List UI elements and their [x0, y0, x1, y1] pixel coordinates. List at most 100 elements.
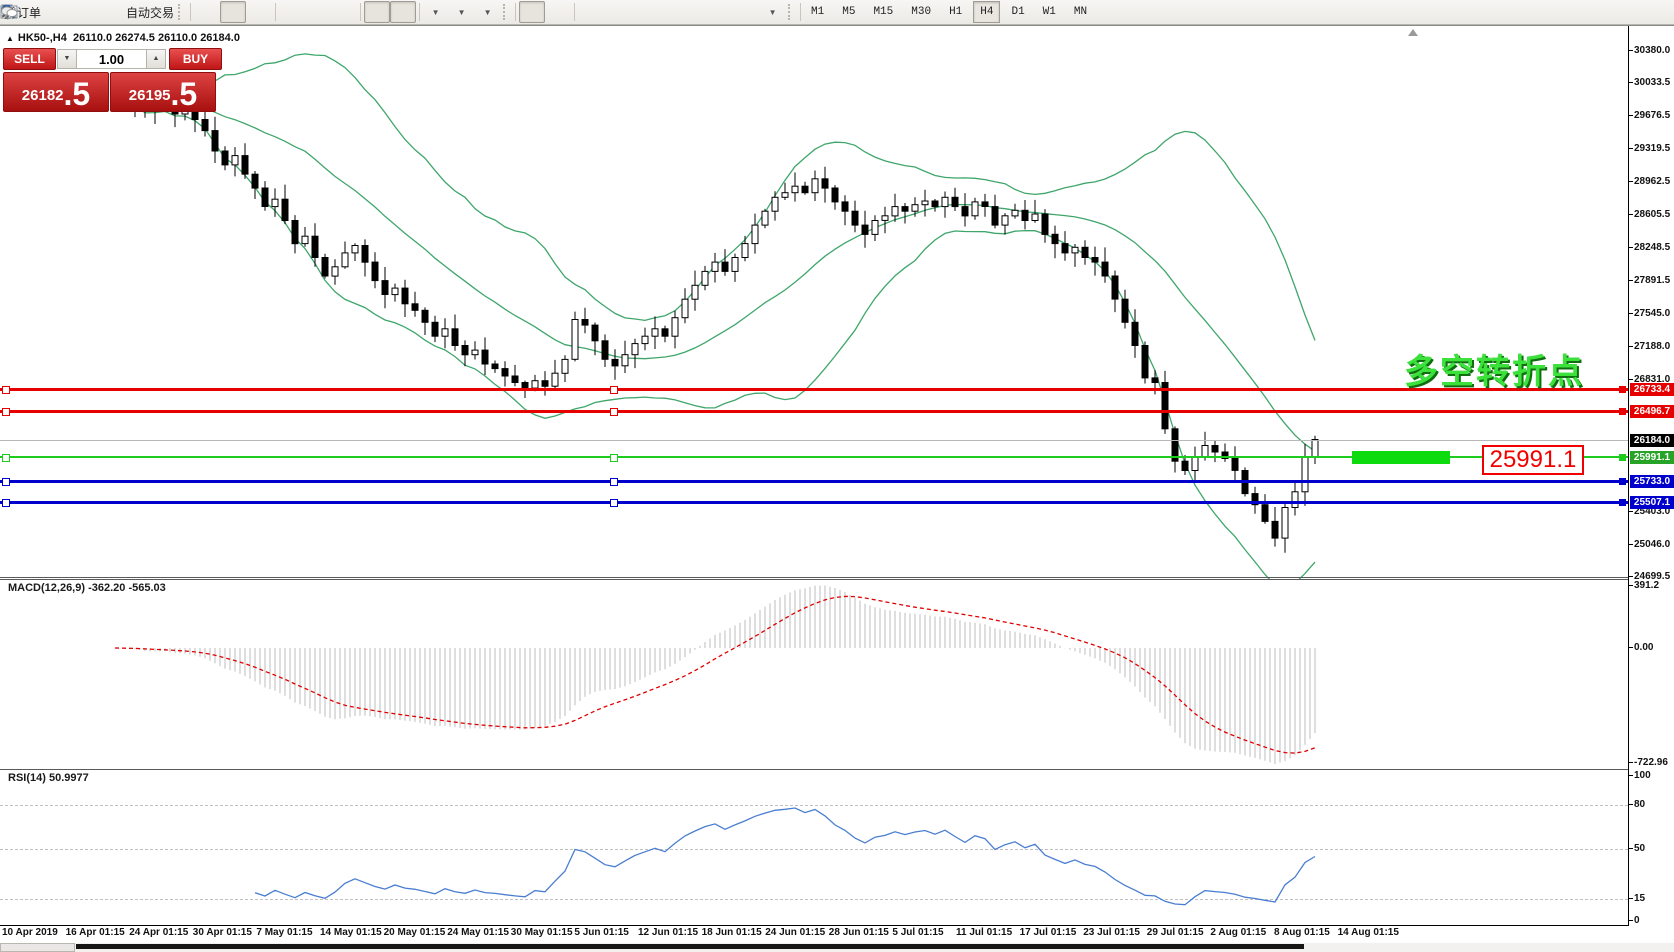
- profile-button[interactable]: [69, 1, 95, 23]
- arrows-button[interactable]: ▼: [760, 1, 786, 23]
- text-button[interactable]: A: [708, 1, 734, 23]
- sell-button[interactable]: SELL: [3, 48, 56, 70]
- timeframe-d1[interactable]: D1: [1004, 1, 1031, 23]
- vertical-line-button[interactable]: [578, 1, 604, 23]
- date-label: 24 Apr 01:15: [129, 927, 188, 938]
- zoom-out-button[interactable]: [305, 1, 331, 23]
- scroll-to-end-marker[interactable]: [1408, 29, 1418, 36]
- level-line-26733.4[interactable]: [0, 388, 1628, 391]
- fibonacci-button[interactable]: F: [682, 1, 708, 23]
- level-line-25733.0[interactable]: [0, 480, 1628, 483]
- annotation-text[interactable]: 多空转折点: [1404, 344, 1584, 393]
- text-label-button[interactable]: T: [734, 1, 760, 23]
- timeframe-m30[interactable]: M30: [904, 1, 938, 23]
- community-chat-button[interactable]: [1640, 1, 1666, 23]
- sell-price-frac: .5: [64, 79, 91, 109]
- date-label: 2 Aug 01:15: [1210, 927, 1266, 938]
- cursor-button[interactable]: [519, 1, 545, 23]
- line-chart-button[interactable]: [246, 1, 272, 23]
- signals-button[interactable]: [95, 1, 121, 23]
- line-handle[interactable]: [2, 408, 10, 416]
- equidistant-channel-button[interactable]: E: [656, 1, 682, 23]
- price-level-badge: 25733.0: [1630, 475, 1674, 488]
- date-label: 17 Jul 01:15: [1020, 927, 1077, 938]
- line-end-marker: [1619, 478, 1626, 485]
- rsi-axis-tick: 80: [1634, 799, 1645, 810]
- timeframe-buttons: M1M5M15M30H1H4D1W1MN: [804, 1, 1094, 23]
- horizontal-line-button[interactable]: [604, 1, 630, 23]
- line-handle[interactable]: [610, 408, 618, 416]
- date-label: 12 Jun 01:15: [638, 927, 698, 938]
- timeframe-h4[interactable]: H4: [973, 1, 1000, 23]
- date-label: 10 Apr 2019: [2, 927, 58, 938]
- auto-scroll-button[interactable]: [364, 1, 390, 23]
- highlight-rectangle[interactable]: [1352, 451, 1450, 464]
- buy-price-main: 26195: [129, 83, 171, 109]
- separator: [515, 3, 516, 21]
- chart-window[interactable]: 25991.1 多空转折点 ▲HK50-,H4 26110.0 26274.5 …: [0, 25, 1674, 952]
- gold-diamond-button[interactable]: [43, 1, 69, 23]
- price-axis[interactable]: 30380.030033.529676.529319.528962.528605…: [1628, 26, 1674, 926]
- separator: [574, 3, 575, 21]
- scrollbar-thumb[interactable]: [76, 944, 1304, 949]
- toolbar-grip[interactable]: [788, 4, 795, 20]
- date-label: 18 Jun 01:15: [702, 927, 762, 938]
- collapse-panel-icon[interactable]: ▲: [6, 34, 14, 43]
- axis-tick: 29319.5: [1634, 143, 1670, 154]
- macd-axis-tick: -722.96: [1634, 757, 1668, 768]
- macd-axis-tick: 391.2: [1634, 580, 1659, 591]
- timeframe-m5[interactable]: M5: [835, 1, 862, 23]
- line-handle[interactable]: [2, 386, 10, 394]
- candlestick-chart-button[interactable]: [220, 1, 246, 23]
- line-handle[interactable]: [610, 499, 618, 507]
- buy-price-frac: .5: [171, 79, 198, 109]
- price-level-badge: 26733.4: [1630, 383, 1674, 396]
- sell-price-display[interactable]: 26182.5: [3, 72, 109, 112]
- zoom-in-button[interactable]: [279, 1, 305, 23]
- crosshair-button[interactable]: [545, 1, 571, 23]
- line-handle[interactable]: [610, 478, 618, 486]
- timeframe-m15[interactable]: M15: [866, 1, 900, 23]
- volume-increase-button[interactable]: ▲: [146, 49, 166, 69]
- line-handle[interactable]: [2, 478, 10, 486]
- price-callout-label[interactable]: 25991.1: [1482, 445, 1584, 475]
- line-handle[interactable]: [2, 454, 10, 462]
- toolbar-grip[interactable]: [503, 4, 510, 20]
- symbol-search-button[interactable]: [1614, 1, 1640, 23]
- main-price-pane: [0, 26, 1628, 579]
- tile-windows-button[interactable]: [331, 1, 357, 23]
- rsi-axis-tick: 50: [1634, 843, 1645, 854]
- auto-trading-button[interactable]: 自动交易: [121, 1, 176, 23]
- chat-bubbles-icon: [0, 4, 18, 20]
- templates-button[interactable]: ▼: [423, 1, 449, 23]
- date-axis-separator: [0, 925, 1674, 926]
- bar-chart-button[interactable]: [194, 1, 220, 23]
- line-handle[interactable]: [2, 499, 10, 507]
- level-line-26496.7[interactable]: [0, 410, 1628, 413]
- date-label: 28 Jun 01:15: [829, 927, 889, 938]
- buy-button[interactable]: BUY: [169, 48, 222, 70]
- chart-header: ▲HK50-,H4 26110.0 26274.5 26110.0 26184.…: [6, 32, 240, 44]
- axis-tick: 27188.0: [1634, 341, 1670, 352]
- volume-decrease-button[interactable]: ▼: [57, 49, 77, 69]
- indicators-button[interactable]: ▼: [475, 1, 501, 23]
- date-label: 29 Jul 01:15: [1147, 927, 1204, 938]
- dropdown-caret-icon: ▼: [458, 8, 466, 17]
- toolbar-grip[interactable]: [178, 4, 185, 20]
- timeframe-m1[interactable]: M1: [804, 1, 831, 23]
- auto-trading-label: 自动交易: [126, 4, 174, 21]
- rsi-pane: [0, 769, 1628, 925]
- timeframe-w1[interactable]: W1: [1036, 1, 1063, 23]
- line-handle[interactable]: [610, 454, 618, 462]
- volume-input[interactable]: 1.00: [76, 49, 147, 69]
- chart-shift-button[interactable]: [390, 1, 416, 23]
- line-handle[interactable]: [610, 386, 618, 394]
- periods-button[interactable]: ▼: [449, 1, 475, 23]
- pane-splitter[interactable]: [0, 577, 1674, 578]
- timeframe-mn[interactable]: MN: [1067, 1, 1094, 23]
- trendline-button[interactable]: [630, 1, 656, 23]
- level-line-25507.1[interactable]: [0, 501, 1628, 504]
- axis-tick: 28605.5: [1634, 209, 1670, 220]
- timeframe-h1[interactable]: H1: [942, 1, 969, 23]
- buy-price-display[interactable]: 26195.5: [110, 72, 216, 112]
